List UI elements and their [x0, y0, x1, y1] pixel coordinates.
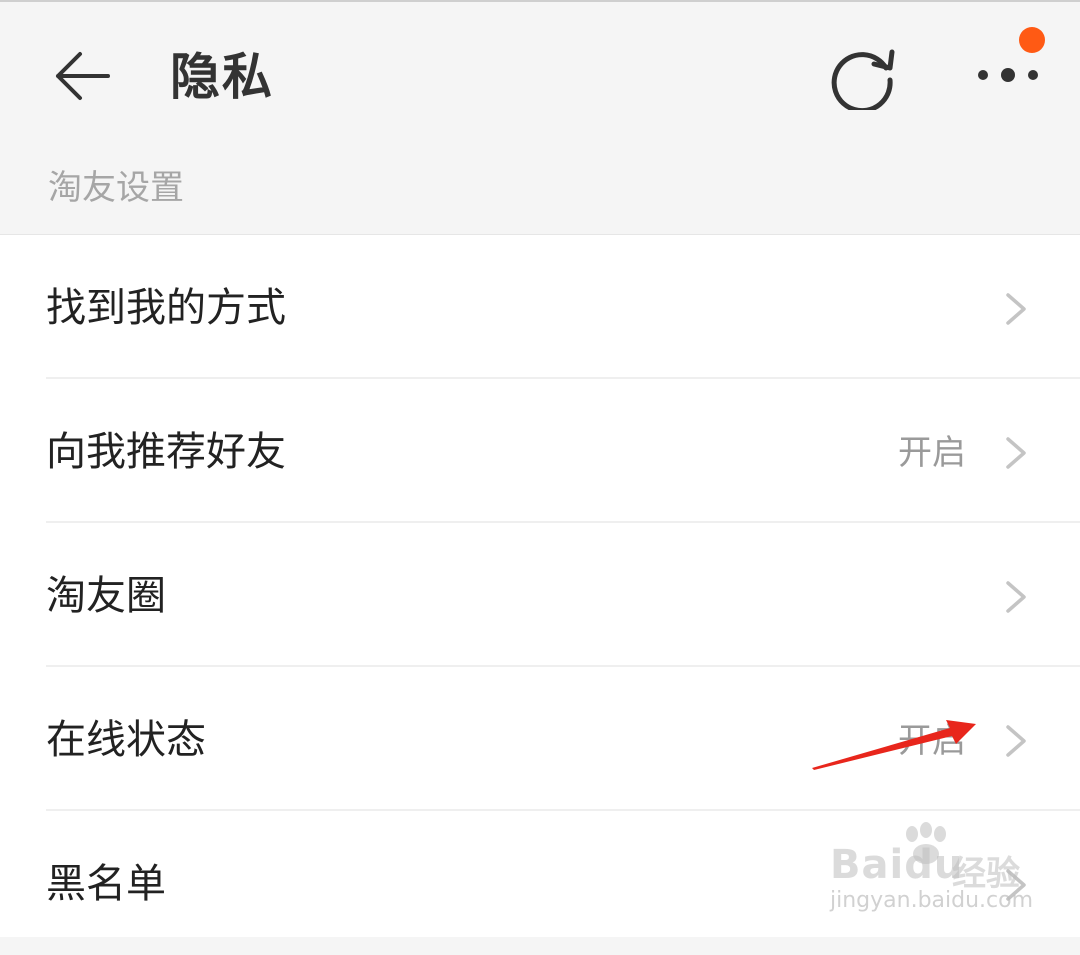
chevron-right-icon	[1006, 293, 1026, 325]
app-header: 隐私 淘友设置	[0, 2, 1080, 208]
watermark: Baidu 经验 jingyan.baidu.com	[826, 822, 1034, 922]
chevron-right-icon	[1006, 725, 1026, 757]
watermark-url: jingyan.baidu.com	[830, 888, 1034, 913]
chevron-right-icon	[1006, 437, 1026, 469]
row-value: 开启	[898, 433, 966, 473]
more-icon[interactable]	[974, 58, 1044, 92]
section-title: 淘友设置	[48, 168, 184, 208]
notification-dot	[1019, 27, 1045, 53]
row-label: 找到我的方式	[46, 285, 286, 331]
chevron-right-icon	[1006, 581, 1026, 613]
settings-row-find-me[interactable]: 找到我的方式	[0, 235, 1080, 379]
row-label: 淘友圈	[46, 573, 166, 619]
row-label: 黑名单	[46, 861, 166, 907]
row-label: 在线状态	[46, 717, 206, 763]
back-arrow-icon[interactable]	[54, 50, 110, 102]
paw-icon	[906, 822, 946, 864]
page-title: 隐私	[170, 48, 274, 106]
refresh-icon[interactable]	[828, 46, 900, 110]
row-label: 向我推荐好友	[46, 429, 286, 475]
settings-row-recommend-friends[interactable]: 向我推荐好友 开启	[0, 379, 1080, 523]
settings-row-friend-circle[interactable]: 淘友圈	[0, 523, 1080, 667]
annotation-arrow-icon	[812, 720, 976, 770]
